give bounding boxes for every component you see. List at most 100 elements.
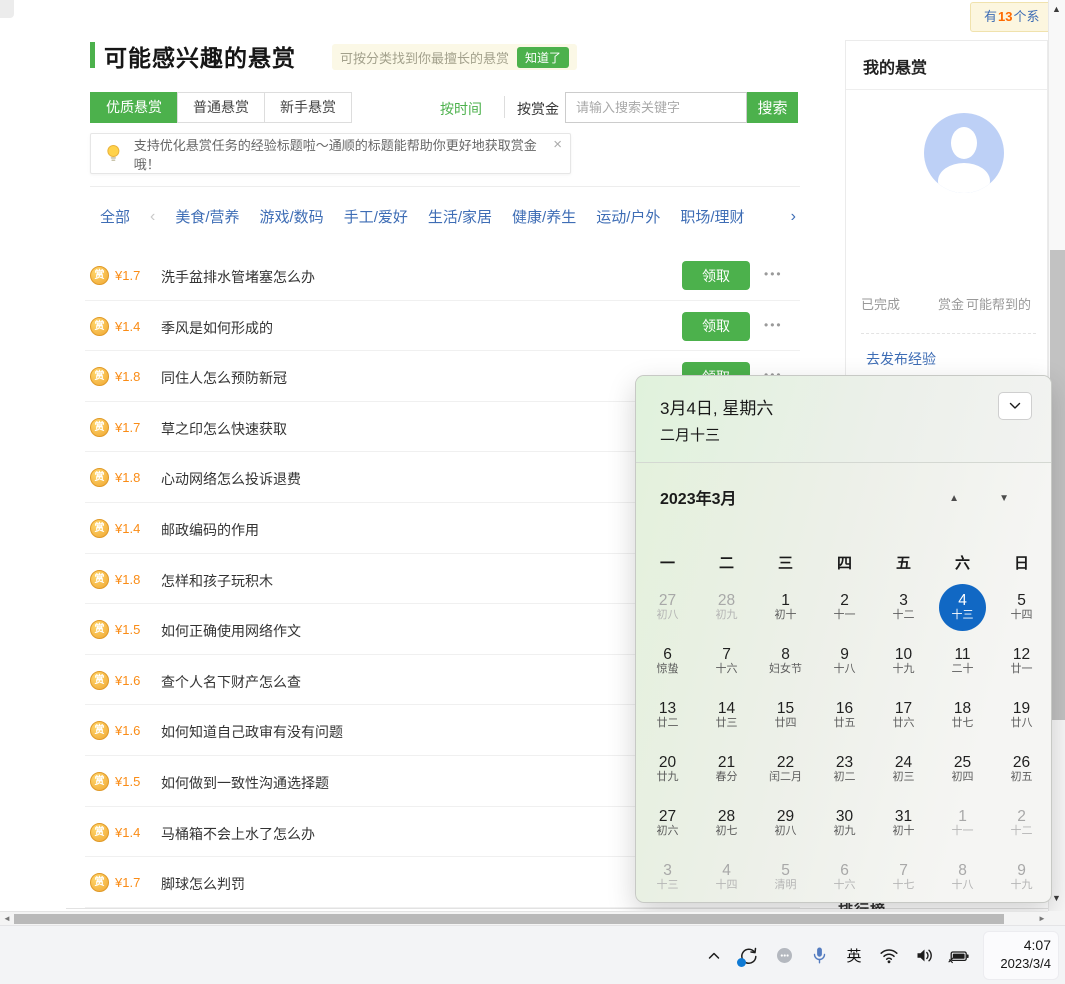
day-cell[interactable]: 10十九 [874,634,933,688]
horizontal-scrollbar[interactable]: ◄ ► [0,911,1048,925]
day-cell[interactable]: 22闰二月 [756,742,815,796]
day-cell[interactable]: 3十三 [638,850,697,903]
day-cell[interactable]: 28初七 [697,796,756,850]
month-down-icon[interactable]: ▼ [999,493,1009,504]
avatar[interactable] [924,113,1004,193]
ime-language-indicator[interactable]: 英 [843,945,865,967]
bounty-title[interactable]: 心动网络怎么投诉退费 [161,469,301,489]
bounty-title[interactable]: 怎样和孩子玩积木 [161,571,273,591]
system-message-badge[interactable]: 有13个系 [970,2,1052,32]
category-item-2[interactable]: 游戏/数码 [260,206,324,227]
day-cell[interactable]: 2十一 [815,580,874,634]
day-cell-selected[interactable]: 4十三 [933,580,992,634]
sort-by-time[interactable]: 按时间 [440,99,482,119]
day-cell[interactable]: 15廿四 [756,688,815,742]
search-button[interactable]: 搜索 [747,92,798,123]
publish-experience-link[interactable]: 去发布经验 [866,349,936,369]
category-item-5[interactable]: 健康/养生 [512,206,576,227]
calendar-collapse-button[interactable] [998,392,1032,420]
day-cell[interactable]: 29初八 [756,796,815,850]
category-prev-icon[interactable]: ‹ [150,208,155,226]
day-cell[interactable]: 26初五 [992,742,1051,796]
bounty-title[interactable]: 如何做到一致性沟通选择题 [161,773,329,793]
battery-charging-icon[interactable] [948,945,970,967]
day-cell[interactable]: 30初九 [815,796,874,850]
scroll-up-arrow-icon[interactable]: ▲ [1052,4,1061,14]
day-cell[interactable]: 17廿六 [874,688,933,742]
tray-app-icon[interactable] [773,945,795,967]
taskbar-clock[interactable]: 4:07 2023/3/4 [1000,935,1051,973]
day-cell[interactable]: 24初三 [874,742,933,796]
category-all[interactable]: 全部 [100,206,130,227]
tab-1[interactable]: 优质悬赏 [90,92,178,123]
category-next-icon[interactable]: › [791,208,796,226]
day-cell[interactable]: 6惊蛰 [638,634,697,688]
bounty-title[interactable]: 洗手盆排水管堵塞怎么办 [161,267,315,287]
bounty-title[interactable]: 如何知道自己政审有没有问题 [161,722,343,742]
got-it-button[interactable]: 知道了 [517,47,569,68]
volume-icon[interactable] [913,945,935,967]
day-cell[interactable]: 16廿五 [815,688,874,742]
bounty-title[interactable]: 查个人名下财产怎么查 [161,672,301,692]
month-up-icon[interactable]: ▲ [949,493,959,504]
day-cell[interactable]: 2十二 [992,796,1051,850]
close-icon[interactable]: × [553,136,562,153]
day-cell[interactable]: 5清明 [756,850,815,903]
day-cell[interactable]: 31初十 [874,796,933,850]
day-cell[interactable]: 12廿一 [992,634,1051,688]
bounty-title[interactable]: 马桶箱不会上水了怎么办 [161,824,315,844]
sort-by-money[interactable]: 按赏金 [517,99,559,119]
claim-button[interactable]: 领取 [682,261,750,290]
day-cell[interactable]: 11二十 [933,634,992,688]
bounty-title[interactable]: 同住人怎么预防新冠 [161,368,287,388]
tab-3[interactable]: 新手悬赏 [264,92,352,123]
category-item-6[interactable]: 运动/户外 [596,206,660,227]
more-options-icon[interactable]: ••• [764,318,783,332]
category-item-1[interactable]: 美食/营养 [175,206,239,227]
wifi-icon[interactable] [878,945,900,967]
category-item-3[interactable]: 手工/爱好 [344,206,408,227]
day-cell[interactable]: 1十一 [933,796,992,850]
bounty-title[interactable]: 草之印怎么快速获取 [161,419,287,439]
day-cell[interactable]: 9十九 [992,850,1051,903]
day-cell[interactable]: 14廿三 [697,688,756,742]
microphone-icon[interactable] [808,945,830,967]
bounty-title[interactable]: 如何正确使用网络作文 [161,621,301,641]
day-cell[interactable]: 21春分 [697,742,756,796]
tray-overflow-chevron-icon[interactable] [703,945,725,967]
category-item-4[interactable]: 生活/家居 [428,206,492,227]
day-cell[interactable]: 7十六 [697,634,756,688]
bounty-title[interactable]: 季风是如何形成的 [161,318,273,338]
day-cell[interactable]: 1初十 [756,580,815,634]
day-cell[interactable]: 23初二 [815,742,874,796]
tab-2[interactable]: 普通悬赏 [177,92,265,123]
horizontal-scroll-thumb[interactable] [14,914,1004,924]
search-input[interactable] [565,92,747,123]
day-cell[interactable]: 19廿八 [992,688,1051,742]
day-cell[interactable]: 13廿二 [638,688,697,742]
claim-button[interactable]: 领取 [682,312,750,341]
day-cell[interactable]: 4十四 [697,850,756,903]
day-cell[interactable]: 27初八 [638,580,697,634]
bounty-title[interactable]: 邮政编码的作用 [161,520,259,540]
day-cell[interactable]: 20廿九 [638,742,697,796]
sync-icon[interactable] [738,945,760,967]
day-cell[interactable]: 8妇女节 [756,634,815,688]
day-cell[interactable]: 27初六 [638,796,697,850]
scroll-left-arrow-icon[interactable]: ◄ [3,914,11,923]
day-cell[interactable]: 8十八 [933,850,992,903]
scroll-down-arrow-icon[interactable]: ▼ [1052,893,1061,903]
more-options-icon[interactable]: ••• [764,267,783,281]
day-cell[interactable]: 9十八 [815,634,874,688]
scroll-right-arrow-icon[interactable]: ► [1038,914,1046,923]
day-cell[interactable]: 18廿七 [933,688,992,742]
day-cell[interactable]: 3十二 [874,580,933,634]
vertical-scroll-thumb[interactable] [1050,250,1065,720]
bounty-title[interactable]: 脚球怎么判罚 [161,874,245,894]
day-cell[interactable]: 7十七 [874,850,933,903]
category-item-7[interactable]: 职场/理财 [680,206,744,227]
day-cell[interactable]: 25初四 [933,742,992,796]
day-cell[interactable]: 5十四 [992,580,1051,634]
day-cell[interactable]: 6十六 [815,850,874,903]
day-cell[interactable]: 28初九 [697,580,756,634]
